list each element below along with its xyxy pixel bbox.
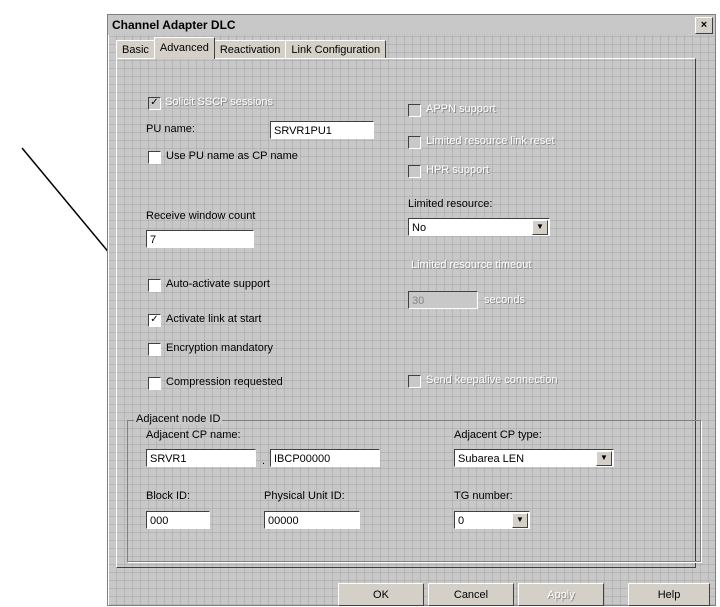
group-title: Adjacent node ID — [134, 413, 223, 425]
solicit-sscp-checkbox[interactable]: ✓ — [148, 97, 161, 110]
adjacent-cp-type-label: Adjacent CP type: — [454, 429, 542, 441]
compression-label: Compression requested — [166, 376, 283, 388]
timeout-unit: seconds — [484, 294, 525, 306]
auto-activate-checkbox[interactable] — [148, 279, 161, 292]
encryption-label: Encryption mandatory — [166, 342, 273, 354]
pu-id-field[interactable]: 00000 — [264, 511, 360, 529]
send-keepalive-label: Send keepalive connection — [426, 374, 558, 386]
appn-label: APPN support — [426, 103, 496, 115]
send-keepalive-checkbox[interactable] — [408, 375, 421, 388]
receive-window-field[interactable]: 7 — [146, 230, 254, 248]
tab-basic[interactable]: Basic — [116, 40, 155, 59]
tg-number-label: TG number: — [454, 490, 513, 502]
tab-reactivation[interactable]: Reactivation — [213, 40, 287, 59]
chevron-down-icon[interactable]: ▼ — [512, 513, 528, 528]
separator-dot: . — [262, 455, 266, 467]
adjacent-cp-name-field[interactable]: IBCP00000 — [270, 449, 380, 467]
limited-reset-label: Limited resource link reset — [426, 135, 555, 147]
use-pu-name-label: Use PU name as CP name — [166, 150, 298, 162]
limited-reset-checkbox[interactable] — [408, 136, 421, 149]
block-id-field[interactable]: 000 — [146, 511, 210, 529]
help-button[interactable]: Help — [628, 583, 710, 606]
timeout-label: Limited resource timeout — [411, 259, 532, 271]
compression-checkbox[interactable] — [148, 377, 161, 390]
auto-activate-label: Auto-activate support — [166, 278, 270, 290]
limited-resource-value: No — [408, 218, 550, 236]
receive-window-label: Receive window count — [146, 210, 256, 222]
title-bar: Channel Adapter DLC × — [108, 15, 715, 35]
close-icon[interactable]: × — [695, 17, 713, 34]
cancel-button[interactable]: Cancel — [428, 583, 514, 606]
adjacent-cp-name-label: Adjacent CP name: — [146, 429, 241, 441]
activate-link-checkbox[interactable]: ✓ — [148, 314, 161, 327]
timeout-field[interactable]: 30 — [408, 291, 478, 309]
activate-link-label: Activate link at start — [166, 313, 262, 325]
tg-number-dropdown[interactable]: 0 ▼ — [454, 511, 530, 529]
limited-resource-dropdown[interactable]: No ▼ — [408, 218, 550, 236]
encryption-checkbox[interactable] — [148, 343, 161, 356]
hpr-label: HPR support — [426, 164, 489, 176]
apply-button[interactable]: Apply — [518, 583, 604, 606]
limited-resource-label: Limited resource: — [408, 198, 493, 210]
adjacent-cp-net-field[interactable]: SRVR1 — [146, 449, 256, 467]
adjacent-node-group: Adjacent node ID — [127, 413, 701, 562]
window-title: Channel Adapter DLC — [112, 18, 236, 32]
block-id-label: Block ID: — [146, 490, 191, 502]
chevron-down-icon[interactable]: ▼ — [532, 220, 548, 235]
chevron-down-icon[interactable]: ▼ — [596, 451, 612, 466]
pu-id-label: Physical Unit ID: — [264, 490, 345, 502]
pu-name-field[interactable]: SRVR1PU1 — [270, 121, 374, 139]
solicit-sscp-label: Solicit SSCP sessions — [165, 96, 274, 108]
dialog-window: Channel Adapter DLC × Basic Advanced Rea… — [107, 14, 716, 606]
use-pu-name-checkbox[interactable] — [148, 151, 161, 164]
hpr-checkbox[interactable] — [408, 165, 421, 178]
tab-strip: Basic Advanced Reactivation Link Configu… — [116, 37, 387, 59]
tab-advanced[interactable]: Advanced — [153, 37, 215, 59]
pu-name-label: PU name: — [146, 123, 195, 135]
ok-button[interactable]: OK — [338, 583, 424, 606]
appn-checkbox[interactable] — [408, 104, 421, 117]
tab-link-configuration[interactable]: Link Configuration — [285, 40, 387, 59]
adjacent-cp-type-value: Subarea LEN — [454, 449, 614, 467]
adjacent-cp-type-dropdown[interactable]: Subarea LEN ▼ — [454, 449, 614, 467]
